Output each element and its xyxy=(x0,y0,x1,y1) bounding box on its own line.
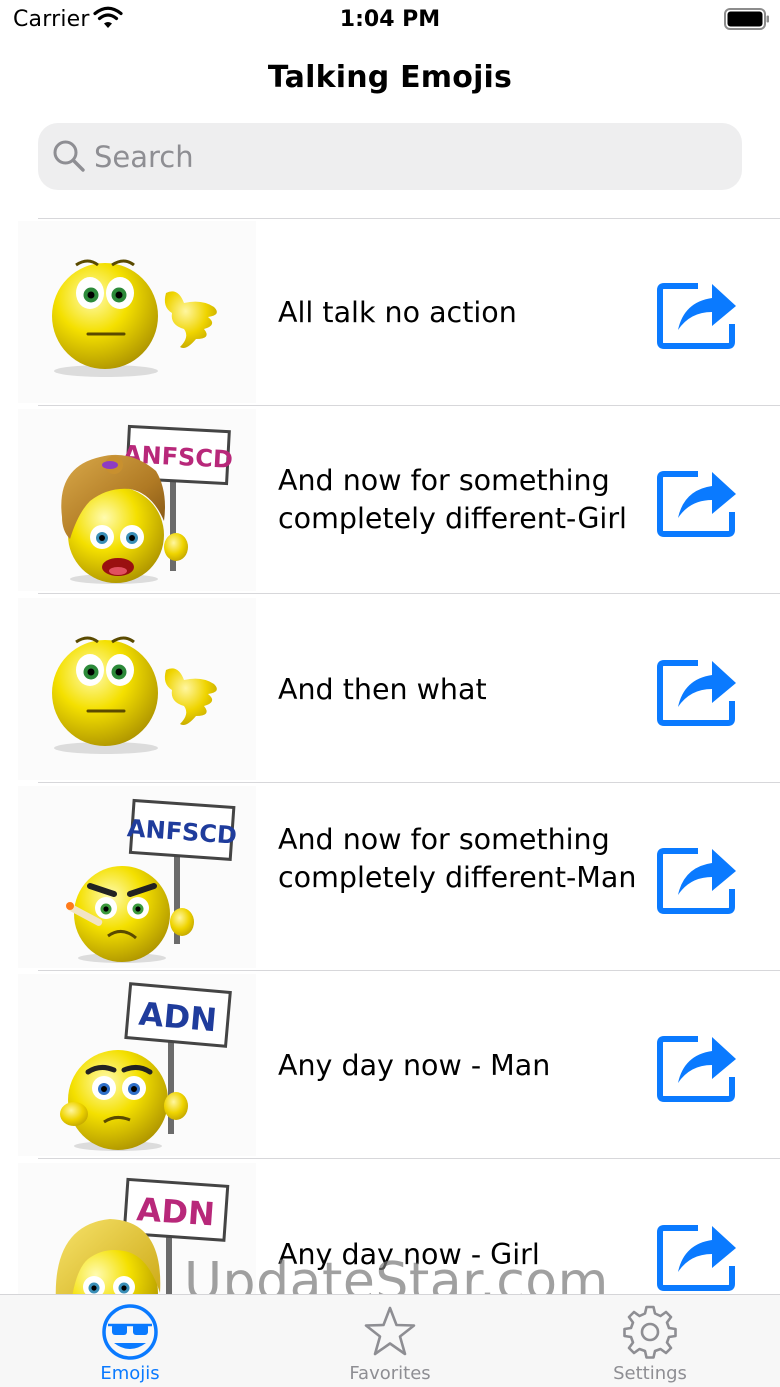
share-icon[interactable] xyxy=(656,653,738,727)
emoji-title: All talk no action xyxy=(278,296,517,329)
tab-emojis[interactable]: Emojis xyxy=(50,1295,210,1387)
emoji-thumbnail: ANFSCD xyxy=(18,409,256,591)
emoji-title: And then what xyxy=(278,673,487,706)
emoji-thumbnail xyxy=(18,598,256,780)
smiley-pointing-image xyxy=(52,259,217,377)
sign-text: ADN xyxy=(137,995,218,1040)
battery-icon xyxy=(724,8,769,30)
list-item[interactable]: All talk no action xyxy=(0,218,780,406)
tab-favorites[interactable]: Favorites xyxy=(310,1295,470,1387)
status-bar: Carrier 1:04 PM xyxy=(0,0,780,40)
share-icon[interactable] xyxy=(656,841,738,915)
tab-label: Emojis xyxy=(100,1363,160,1384)
list-item[interactable]: ADN Any day now - Man xyxy=(0,971,780,1159)
emoji-title: Any day now - Man xyxy=(278,1049,551,1082)
emoji-glasses-icon xyxy=(102,1304,158,1360)
emoji-thumbnail xyxy=(18,221,256,403)
search-icon xyxy=(53,140,85,172)
row-divider xyxy=(38,1158,780,1159)
search-input[interactable] xyxy=(94,133,724,180)
man-with-sign-image: ADN xyxy=(60,982,232,1151)
tab-settings[interactable]: Settings xyxy=(570,1295,730,1387)
page-title: Talking Emojis xyxy=(267,60,513,95)
smiley-pointing-image xyxy=(52,636,217,754)
tab-label: Favorites xyxy=(349,1363,431,1384)
man-with-sign-image: ANFSCD xyxy=(66,798,238,963)
gear-icon xyxy=(623,1305,677,1359)
tab-bar: Emojis Favorites Settings xyxy=(0,1294,780,1387)
share-icon[interactable] xyxy=(656,1218,738,1292)
search-bar[interactable] xyxy=(38,123,742,190)
clock-time: 1:04 PM xyxy=(339,7,441,32)
list-item[interactable]: ANFSCD And now for something completely … xyxy=(0,406,780,594)
emoji-thumbnail: ADN xyxy=(18,974,256,1156)
emoji-title: And now for something completely differe… xyxy=(278,464,627,535)
list-item[interactable]: And then what xyxy=(0,595,780,783)
emoji-thumbnail: ANFSCD xyxy=(18,786,256,968)
girl-with-sign-image: ANFSCD xyxy=(61,424,233,584)
share-icon[interactable] xyxy=(656,1029,738,1103)
list-item[interactable]: ANFSCD And now for something completely … xyxy=(0,783,780,971)
share-icon[interactable] xyxy=(656,276,738,350)
sign-text: ADN xyxy=(136,1190,217,1233)
star-icon xyxy=(364,1306,416,1356)
share-icon[interactable] xyxy=(656,464,738,538)
emoji-title: Any day now - Girl xyxy=(278,1238,540,1271)
tab-label: Settings xyxy=(613,1363,687,1384)
emoji-title: And now for something completely differe… xyxy=(278,823,637,894)
row-divider xyxy=(38,593,780,594)
